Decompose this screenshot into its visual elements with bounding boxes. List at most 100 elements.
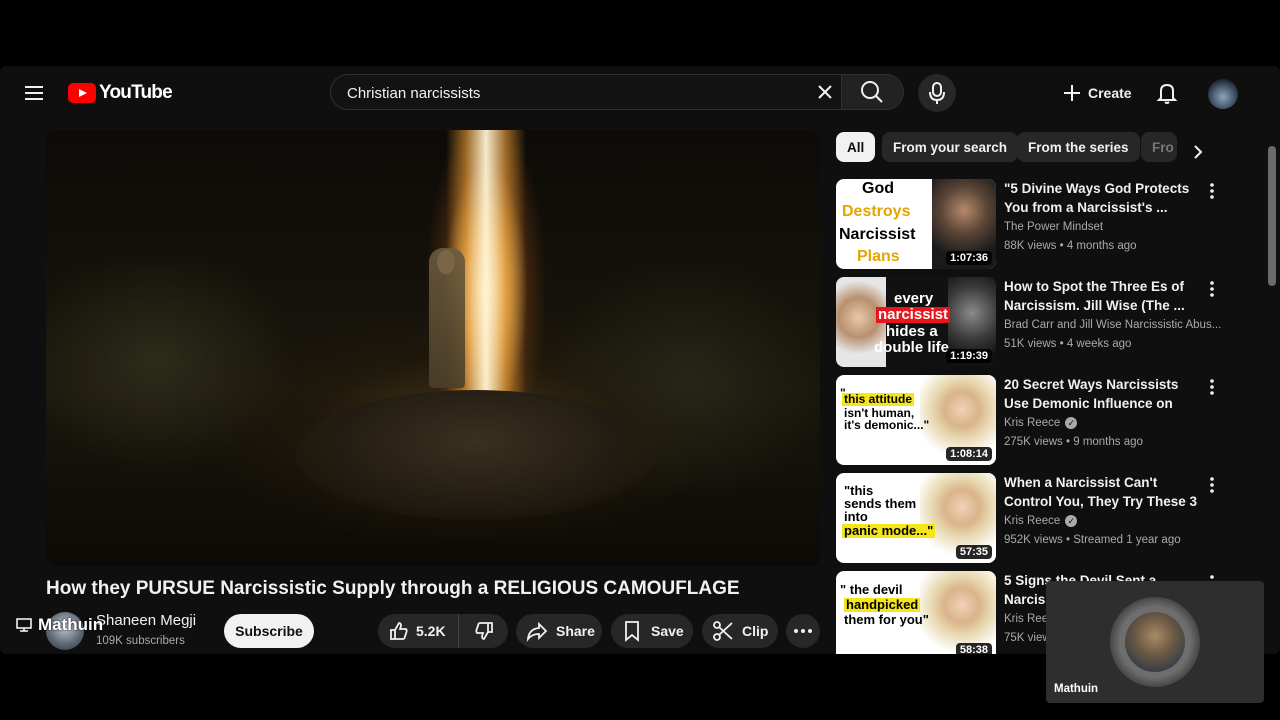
chip-all[interactable]: All	[836, 132, 876, 162]
thumb-line: Narcissist	[839, 226, 916, 243]
notifications-bell-icon[interactable]	[1154, 80, 1180, 106]
verified-check-icon: ✓	[1065, 515, 1078, 527]
recommended-meta: 275K views • 9 months ago	[1004, 436, 1143, 448]
thumb-line: narcissist	[876, 306, 951, 323]
recommended-meta: 51K views • 4 weeks ago	[1004, 338, 1132, 350]
video-duration: 1:19:39	[946, 349, 992, 363]
recommended-channel[interactable]: The Power Mindset	[1004, 221, 1224, 233]
search-box	[330, 74, 842, 111]
thumb-line: this attitude	[842, 392, 914, 406]
subscribe-button[interactable]: Subscribe	[224, 614, 314, 648]
recommended-channel[interactable]: Kris Reece ✓	[1004, 417, 1224, 429]
thumb-line: Destroys	[842, 203, 911, 220]
video-thumbnail: " this attitude isn't human, it's demoni…	[836, 375, 996, 465]
video-duration: 1:08:14	[946, 447, 992, 461]
chip-from-the-series[interactable]: From the series	[1017, 132, 1140, 162]
more-vertical-icon[interactable]	[1204, 181, 1220, 201]
youtube-play-icon	[68, 83, 96, 103]
more-vertical-icon[interactable]	[1204, 279, 1220, 299]
recommended-title[interactable]: 20 Secret Ways Narcissists Use Demonic I…	[1004, 375, 1200, 413]
voice-search-button[interactable]	[918, 74, 956, 112]
thumb-line: them for you"	[844, 612, 929, 627]
thumbs-up-icon	[390, 622, 408, 640]
video-thumbnail: " the devil handpicked them for you" 58:…	[836, 571, 996, 654]
clip-label: Clip	[742, 623, 769, 639]
more-actions-button[interactable]	[786, 614, 820, 648]
chevron-right-icon[interactable]	[1184, 138, 1212, 166]
video-thumbnail: God Destroys Narcissist Plans 1:07:36	[836, 179, 996, 269]
thumb-line: " the devil	[840, 582, 903, 597]
recommended-channel[interactable]: Brad Carr and Jill Wise Narcissistic Abu…	[1004, 319, 1224, 331]
figure-head	[437, 250, 455, 274]
thumb-line: Plans	[857, 248, 900, 265]
share-label: Share	[556, 623, 595, 639]
video-player[interactable]	[46, 130, 820, 566]
recommended-meta: 88K views • 4 months ago	[1004, 240, 1137, 252]
video-duration: 58:38	[955, 643, 992, 654]
filter-chips: All From your search From the series Fro	[836, 132, 1216, 162]
youtube-logo[interactable]: YouTube	[68, 82, 173, 104]
thumb-line: handpicked	[844, 597, 921, 612]
masthead: YouTube Create	[0, 66, 1280, 120]
save-button[interactable]: Save	[611, 614, 693, 648]
clip-button[interactable]: Clip	[702, 614, 778, 648]
thumb-line: every	[894, 290, 934, 307]
create-button[interactable]: Create	[1050, 76, 1144, 110]
clear-search-icon[interactable]	[815, 82, 835, 102]
channel-label: Kris Reece	[1004, 515, 1061, 527]
chip-from-your-search[interactable]: From your search	[882, 132, 1019, 162]
thumb-line: hides a	[886, 323, 938, 340]
more-vertical-icon[interactable]	[1204, 377, 1220, 397]
recommended-video[interactable]: every narcissist hides a double life 1:1…	[836, 277, 1228, 367]
like-count: 5.2K	[416, 623, 446, 639]
recommended-meta: 952K views • Streamed 1 year ago	[1004, 534, 1181, 546]
recommended-video[interactable]: God Destroys Narcissist Plans 1:07:36 "5…	[836, 179, 1228, 269]
subscriber-count: 109K subscribers	[96, 635, 185, 647]
search-icon	[861, 81, 883, 103]
presenter-name: Mathuin	[38, 615, 104, 634]
presenter-overlay: Mathuin	[16, 612, 103, 638]
thumb-line: panic mode..."	[842, 523, 936, 538]
save-label: Save	[651, 623, 684, 639]
video-thumbnail: "this sends them into panic mode..." 57:…	[836, 473, 996, 563]
recommended-title[interactable]: When a Narcissist Can't Control You, The…	[1004, 473, 1200, 511]
webcam-avatar	[1125, 612, 1185, 672]
account-avatar[interactable]	[1208, 79, 1238, 109]
monitor-icon	[16, 618, 32, 632]
more-vertical-icon[interactable]	[1204, 475, 1220, 495]
scissors-icon	[713, 621, 733, 641]
channel-name[interactable]: Shaneen Megji	[96, 612, 196, 629]
video-duration: 57:35	[955, 545, 992, 559]
speaker-photo	[920, 571, 996, 654]
create-label: Create	[1088, 85, 1132, 101]
recommended-video[interactable]: " this attitude isn't human, it's demoni…	[836, 375, 1228, 465]
share-button[interactable]: Share	[516, 614, 602, 648]
search-button[interactable]	[842, 74, 904, 110]
menu-icon[interactable]	[22, 80, 48, 106]
video-duration: 1:07:36	[946, 251, 992, 265]
recommended-channel[interactable]: Kris Reece ✓	[1004, 515, 1224, 527]
search-input[interactable]	[345, 75, 809, 111]
webcam-name: Mathuin	[1054, 683, 1099, 695]
thumbs-down-icon	[474, 622, 493, 640]
recommended-video[interactable]: "this sends them into panic mode..." 57:…	[836, 473, 1228, 563]
page-scrollbar[interactable]	[1268, 146, 1276, 286]
recommended-title[interactable]: How to Spot the Three Es of Narcissism. …	[1004, 277, 1200, 315]
plus-icon	[1064, 85, 1080, 101]
more-horizontal-icon	[794, 629, 812, 633]
logo-text: YouTube	[99, 82, 173, 103]
channel-label: Kris Reece	[1004, 417, 1061, 429]
thumb-line: double life	[874, 339, 949, 356]
rock-mound	[296, 390, 656, 520]
like-button[interactable]: 5.2K	[378, 614, 458, 648]
dislike-button[interactable]	[458, 614, 508, 648]
thumb-line: God	[862, 180, 894, 197]
thumb-line: into	[844, 509, 868, 524]
webcam-overlay: Mathuin	[1046, 581, 1264, 703]
video-owner-row: Shaneen Megji 109K subscribers Subscribe…	[46, 612, 836, 654]
video-title: How they PURSUE Narcissistic Supply thro…	[46, 578, 740, 599]
chip-truncated[interactable]: Fro	[1141, 132, 1177, 162]
channel-label: The Power Mindset	[1004, 221, 1104, 233]
verified-check-icon: ✓	[1065, 417, 1078, 429]
recommended-title[interactable]: "5 Divine Ways God Protects You from a N…	[1004, 179, 1200, 217]
